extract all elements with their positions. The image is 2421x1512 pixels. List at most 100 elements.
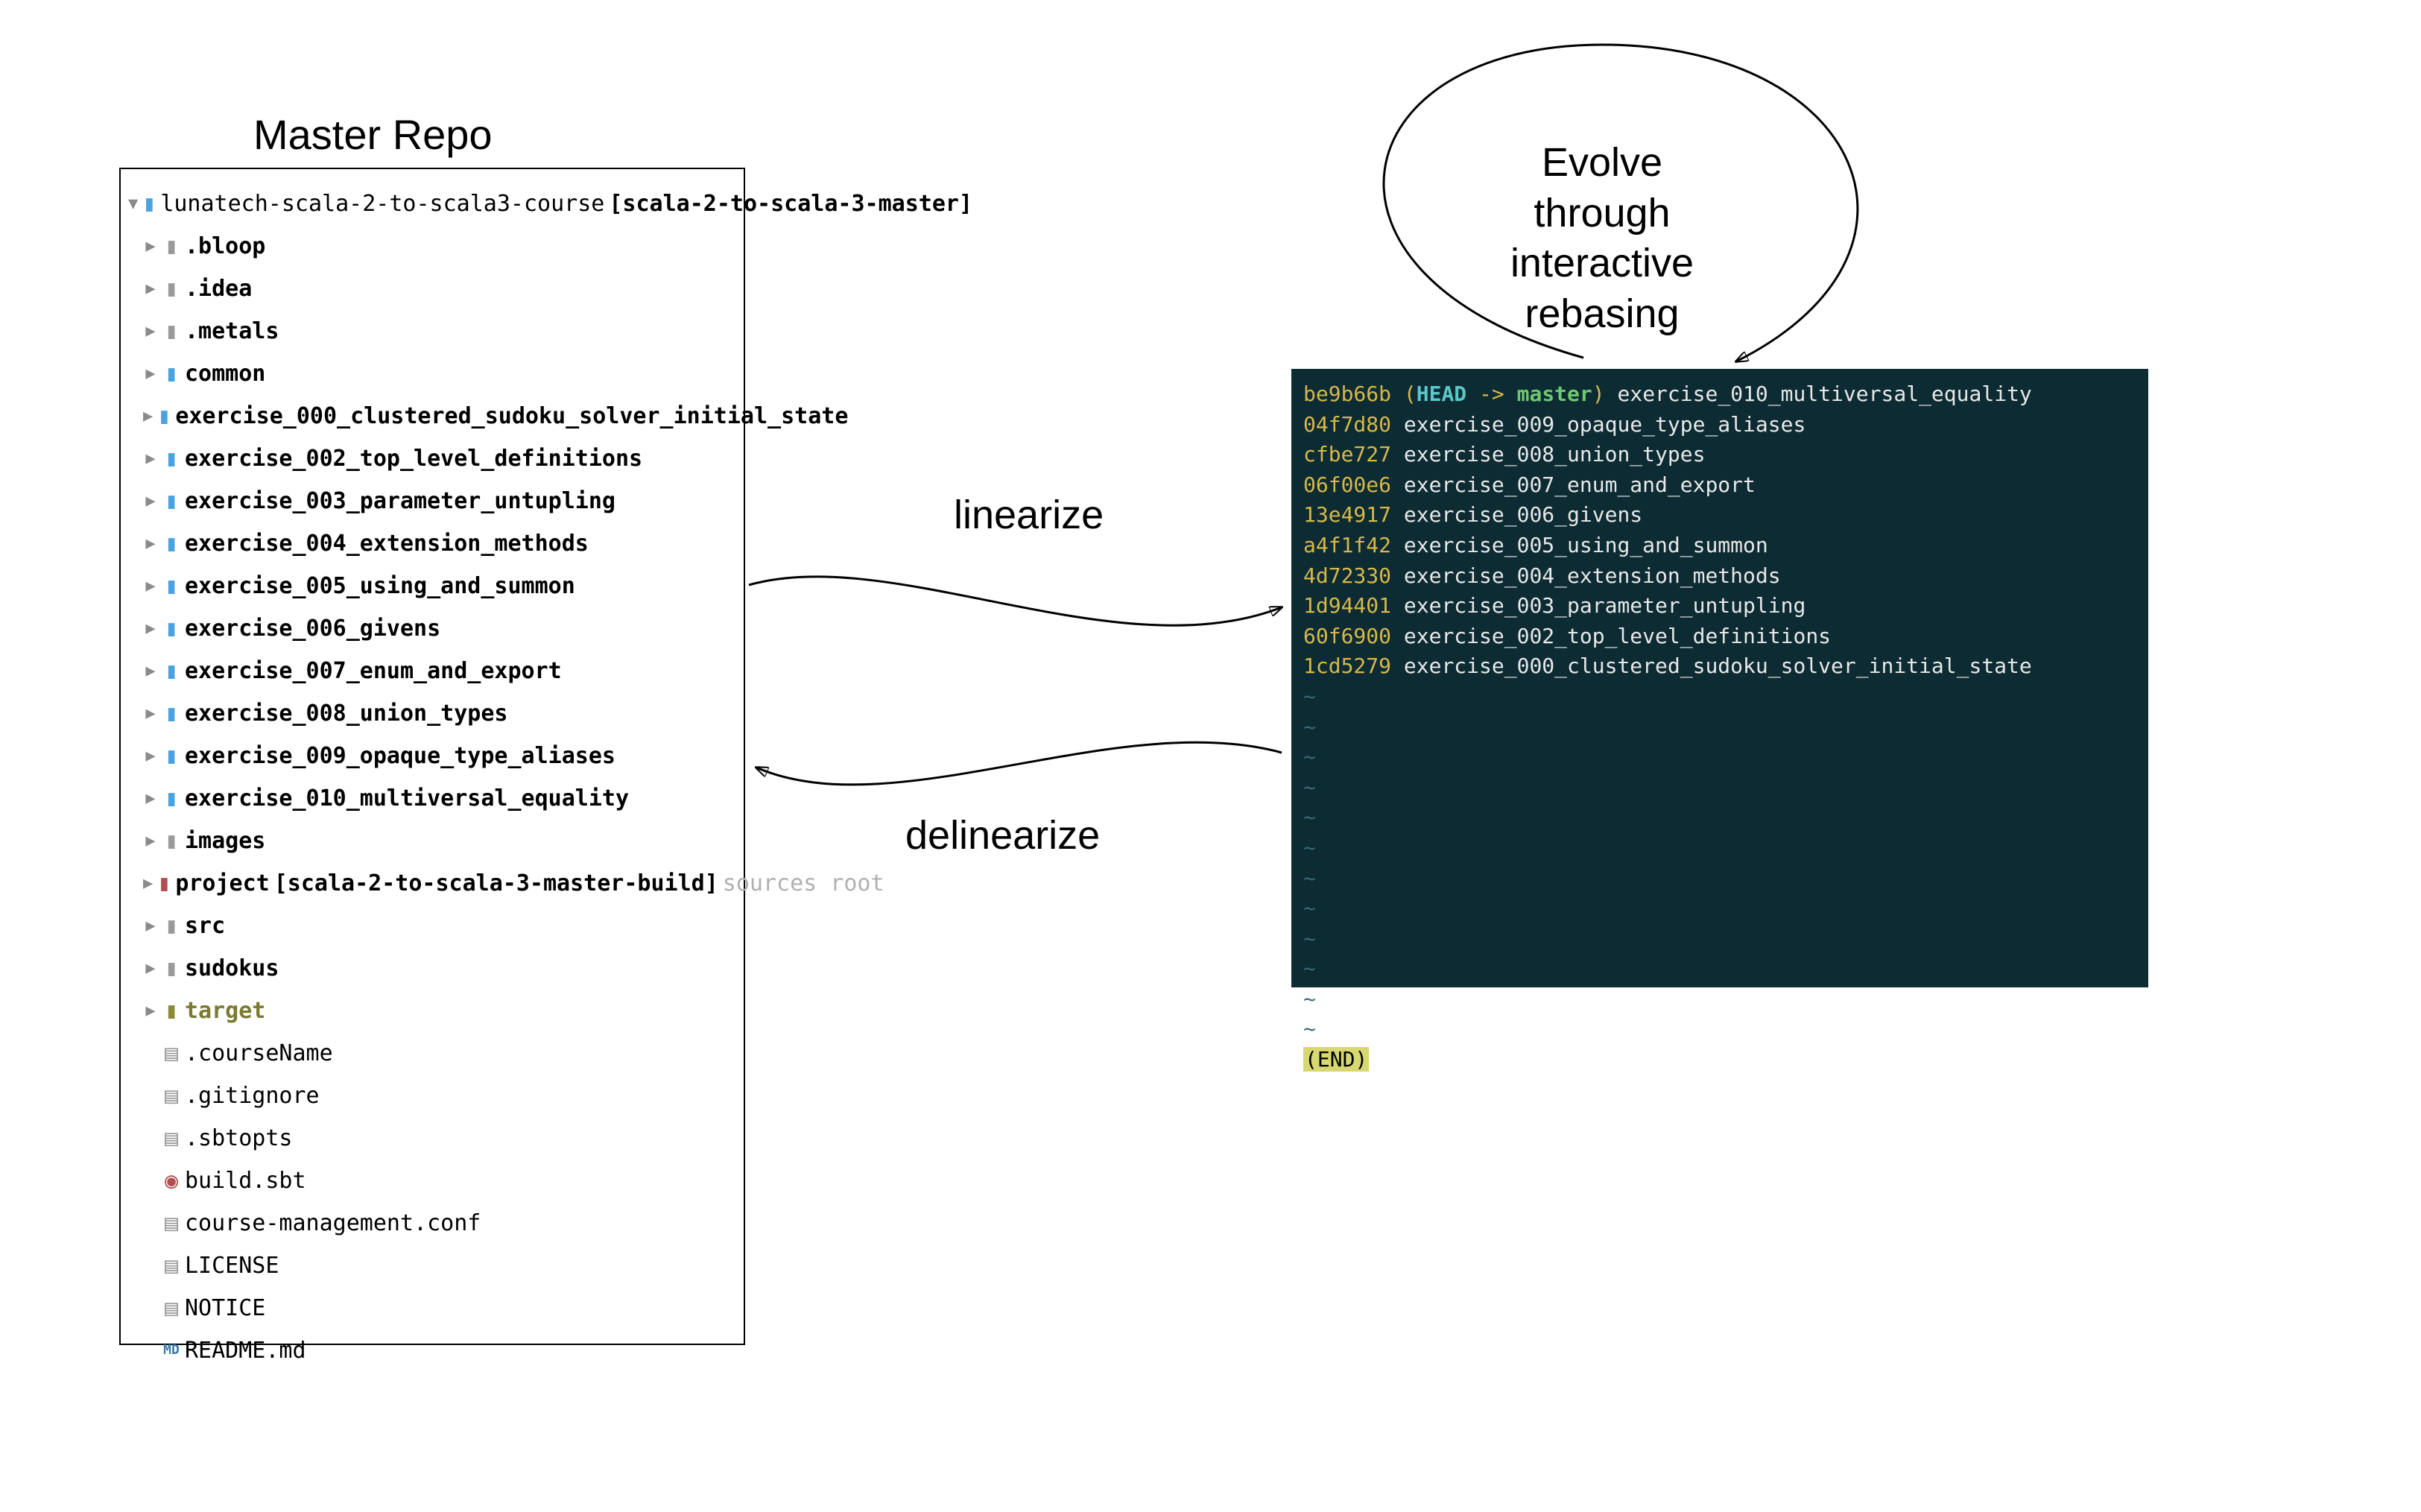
chevron-right-icon: ▶ [143,358,158,390]
tree-item[interactable]: ▶▮exercise_009_opaque_type_aliases [128,735,736,777]
folder-icon: ▮ [162,735,180,777]
chevron-right-icon: ▶ [143,401,153,432]
folder-icon: ▮ [162,777,180,820]
commit-message: exercise_003_parameter_untupling [1404,593,1806,618]
file-tree-panel: ▼ ▮ lunatech-scala-2-to-scala3-course [s… [119,168,745,1345]
git-log-line: 1cd5279 exercise_000_clustered_sudoku_so… [1303,651,2136,682]
commit-hash: 60f6900 [1303,624,1391,648]
tree-item[interactable]: MDREADME.md [128,1329,736,1372]
commit-message: exercise_000_clustered_sudoku_solver_ini… [1404,654,2032,678]
file-icon: ▤ [162,1287,180,1329]
tree-item[interactable]: ◉build.sbt [128,1160,736,1202]
tree-root[interactable]: ▼ ▮ lunatech-scala-2-to-scala3-course [s… [128,183,736,225]
pager-end-marker: (END) [1303,1045,2136,1075]
pager-empty-line: ~ [1303,924,2136,955]
commit-message: exercise_008_union_types [1404,442,1706,466]
chevron-right-icon: ▶ [143,826,158,857]
folder-icon: ▮ [162,990,180,1032]
tree-item[interactable]: ▶▮exercise_004_extension_methods [128,522,736,565]
folder-icon: ▮ [162,820,180,862]
folder-icon: ▮ [162,310,180,352]
chevron-right-icon: ▶ [143,571,158,602]
tree-item[interactable]: ▶▮sudokus [128,947,736,990]
tree-item-label: src [185,905,225,947]
chevron-right-icon: ▶ [143,741,158,772]
git-log-line: 1d94401 exercise_003_parameter_untupling [1303,591,2136,621]
tree-item[interactable]: ▶▮.bloop [128,225,736,268]
git-log-line: 06f00e6 exercise_007_enum_and_export [1303,470,2136,501]
commit-hash: cfbe727 [1303,442,1391,466]
tree-item-label: .idea [185,268,252,310]
tree-item[interactable]: ▤NOTICE [128,1287,736,1329]
folder-icon: ▮ [162,480,180,522]
tree-item[interactable]: ▤.courseName [128,1032,736,1075]
tree-item[interactable]: ▤LICENSE [128,1244,736,1287]
tree-item-label: common [185,352,265,395]
chevron-right-icon: ▶ [143,868,153,899]
tree-item[interactable]: ▶▮exercise_010_multiversal_equality [128,777,736,820]
commit-hash: be9b66b [1303,382,1391,406]
commit-message: exercise_005_using_and_summon [1404,533,1768,557]
pager-empty-line: ~ [1303,984,2136,1015]
folder-icon: ▮ [162,565,180,607]
chevron-right-icon: ▶ [143,996,158,1027]
tree-item[interactable]: ▤.sbtopts [128,1117,736,1160]
tree-item[interactable]: ▶▮src [128,905,736,947]
folder-icon: ▮ [162,522,180,565]
pager-empty-line: ~ [1303,742,2136,773]
tree-item-label: README.md [185,1329,306,1372]
commit-message: exercise_007_enum_and_export [1404,472,1756,497]
chevron-right-icon: ▶ [143,443,158,475]
tree-item-label: .sbtopts [185,1117,293,1160]
git-log-line: 04f7d80 exercise_009_opaque_type_aliases [1303,410,2136,440]
tree-item[interactable]: ▶▮.idea [128,268,736,310]
tree-item[interactable]: ▶▮common [128,352,736,395]
paren: ) [1592,382,1618,406]
tree-item[interactable]: ▶▮exercise_008_union_types [128,692,736,735]
tree-item[interactable]: ▶▮exercise_007_enum_and_export [128,650,736,692]
tree-item[interactable]: ▶▮exercise_003_parameter_untupling [128,480,736,522]
commit-message: exercise_004_extension_methods [1404,563,1781,588]
file-icon: ▤ [162,1117,180,1160]
chevron-right-icon: ▶ [143,613,158,645]
tree-item[interactable]: ▶▮exercise_000_clustered_sudoku_solver_i… [128,395,736,437]
tree-item-label: target [185,990,265,1032]
tree-item-bracket: [scala-2-to-scala-3-master-build] [274,862,718,905]
folder-icon: ▮ [162,352,180,395]
tree-item-label: .bloop [185,225,265,268]
tree-item[interactable]: ▶▮target [128,990,736,1032]
tree-item[interactable]: ▶▮exercise_006_givens [128,607,736,650]
git-log-terminal: be9b66b (HEAD -> master) exercise_010_mu… [1291,369,2148,987]
tree-item-label: .metals [185,310,279,352]
tree-item[interactable]: ▶▮project [scala-2-to-scala-3-master-bui… [128,862,736,905]
git-log-line: 60f6900 exercise_002_top_level_definitio… [1303,621,2136,652]
tree-root-bracket: [scala-2-to-scala-3-master] [609,183,972,225]
folder-icon: ▮ [142,183,156,225]
tree-item[interactable]: ▤course-management.conf [128,1202,736,1244]
tree-item-label: exercise_004_extension_methods [185,522,589,565]
folder-icon: ▮ [162,650,180,692]
tree-item[interactable]: ▶▮exercise_005_using_and_summon [128,565,736,607]
file-icon: ▤ [162,1244,180,1287]
chevron-down-icon: ▼ [128,189,138,220]
commit-hash: 06f00e6 [1303,472,1391,497]
chevron-right-icon: ▶ [143,783,158,814]
tree-item[interactable]: ▶▮images [128,820,736,862]
tree-item[interactable]: ▶▮.metals [128,310,736,352]
tree-item-label: project [175,862,269,905]
commit-hash: 13e4917 [1303,502,1391,527]
folder-icon: ▮ [162,905,180,947]
tree-item-label: course-management.conf [185,1202,481,1244]
commit-message: exercise_009_opaque_type_aliases [1404,412,1806,437]
commit-hash: 1cd5279 [1303,654,1391,678]
tree-item-label: .gitignore [185,1075,320,1117]
chevron-right-icon: ▶ [143,486,158,517]
commit-hash: a4f1f42 [1303,533,1391,557]
delinearize-label: delinearize [905,812,1100,858]
tree-item-label: exercise_007_enum_and_export [185,650,562,692]
tree-item[interactable]: ▤.gitignore [128,1075,736,1117]
folder-icon: ▮ [162,268,180,310]
tree-item[interactable]: ▶▮exercise_002_top_level_definitions [128,437,736,480]
file-icon: MD [162,1338,180,1363]
pager-empty-line: ~ [1303,864,2136,894]
